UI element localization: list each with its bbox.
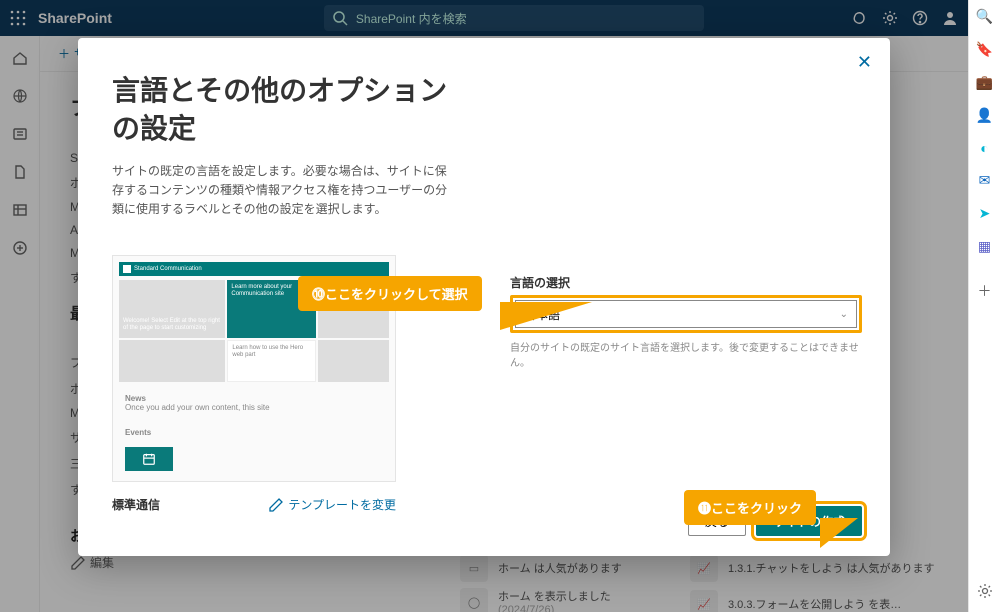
circle-icon[interactable]: ◐ bbox=[980, 140, 988, 156]
outlook-icon[interactable]: ✉ bbox=[979, 172, 991, 189]
annotation-2-pointer bbox=[820, 518, 858, 548]
send-icon[interactable]: ➤ bbox=[979, 205, 991, 222]
modal-description: サイトの既定の言語を設定します。必要な場合は、サイトに保存するコンテンツの種類や… bbox=[112, 162, 454, 220]
person-icon[interactable]: 👤 bbox=[976, 107, 993, 124]
modal-title: 言語とその他のオプションの設定 bbox=[112, 72, 454, 148]
tag-icon[interactable]: 🔖 bbox=[976, 41, 993, 58]
create-site-panel: ✕ 言語とその他のオプションの設定 サイトの既定の言語を設定します。必要な場合は… bbox=[78, 38, 890, 556]
add-extension-icon[interactable]: ＋ bbox=[978, 281, 992, 301]
annotation-1-pointer bbox=[500, 302, 592, 330]
briefcase-icon[interactable]: 💼 bbox=[976, 74, 993, 91]
annotation-2: ⓫ここをクリック bbox=[684, 490, 816, 525]
browser-settings-icon[interactable] bbox=[977, 583, 993, 602]
calendar-icon bbox=[125, 447, 173, 471]
search-icon[interactable]: 🔍 bbox=[976, 8, 993, 25]
annotation-1: ⓾ここをクリックして選択 bbox=[298, 276, 482, 311]
teams-icon[interactable]: ▦ bbox=[978, 238, 991, 255]
modal-overlay: ✕ 言語とその他のオプションの設定 サイトの既定の言語を設定します。必要な場合は… bbox=[0, 0, 968, 612]
template-name: 標準通信 bbox=[112, 496, 160, 513]
chevron-down-icon: ⌄ bbox=[840, 309, 848, 320]
language-label: 言語の選択 bbox=[510, 274, 862, 291]
browser-side-panel: 🔍 🔖 💼 👤 ◐ ✉ ➤ ▦ ＋ bbox=[968, 0, 1000, 612]
language-hint: 自分のサイトの既定のサイト言語を選択します。後で変更することはできません。 bbox=[510, 339, 862, 369]
pencil-icon bbox=[268, 497, 284, 513]
change-template-link[interactable]: テンプレートを変更 bbox=[268, 496, 396, 513]
